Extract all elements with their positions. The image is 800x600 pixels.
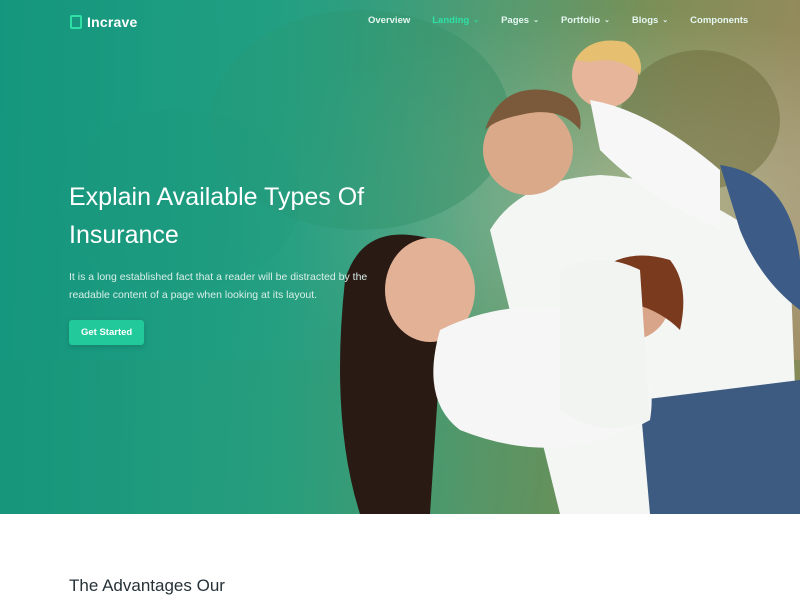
section-title: The Advantages Our xyxy=(69,576,225,595)
nav-item-pages[interactable]: Pages ⌄ xyxy=(501,15,539,26)
nav-item-label: Blogs xyxy=(631,15,659,26)
advantages-section: The Advantages Our xyxy=(0,514,800,600)
nav-item-label: Overview xyxy=(368,15,411,26)
top-navigation: Incrave Overview Landing ⌄ Pages ⌄ Portf… xyxy=(0,0,800,44)
chevron-down-icon: ⌄ xyxy=(473,17,480,24)
nav-item-label: Portfolio xyxy=(560,15,601,26)
brand-name: Incrave xyxy=(87,14,138,30)
chevron-down-icon: ⌄ xyxy=(533,17,539,24)
nav-item-landing[interactable]: Landing ⌄ xyxy=(432,15,479,26)
logo-icon xyxy=(70,15,82,29)
nav-item-overview[interactable]: Overview xyxy=(368,15,410,26)
hero-title-line: Explain Available Types Of xyxy=(69,183,365,211)
hero-content: Explain Available Types Of Insurance It … xyxy=(69,178,409,345)
chevron-down-icon: ⌄ xyxy=(662,17,669,24)
nav-item-label: Components xyxy=(690,15,749,26)
nav-item-portfolio[interactable]: Portfolio ⌄ xyxy=(561,15,610,26)
get-started-button[interactable]: Get Started xyxy=(69,320,145,345)
nav-item-label: Landing xyxy=(432,15,470,26)
nav-item-label: Pages xyxy=(501,15,530,26)
main-menu: Overview Landing ⌄ Pages ⌄ Portfolio ⌄ B… xyxy=(368,15,770,26)
nav-item-blogs[interactable]: Blogs ⌄ xyxy=(632,15,668,26)
chevron-down-icon: ⌄ xyxy=(604,17,610,24)
hero-title: Explain Available Types Of Insurance xyxy=(69,178,409,254)
hero-section: Incrave Overview Landing ⌄ Pages ⌄ Portf… xyxy=(0,0,800,514)
nav-item-components[interactable]: Components xyxy=(690,15,748,26)
hero-subtitle: It is a long established fact that a rea… xyxy=(69,271,368,301)
brand-logo[interactable]: Incrave xyxy=(70,14,137,30)
hero-title-line: Insurance xyxy=(69,221,179,249)
